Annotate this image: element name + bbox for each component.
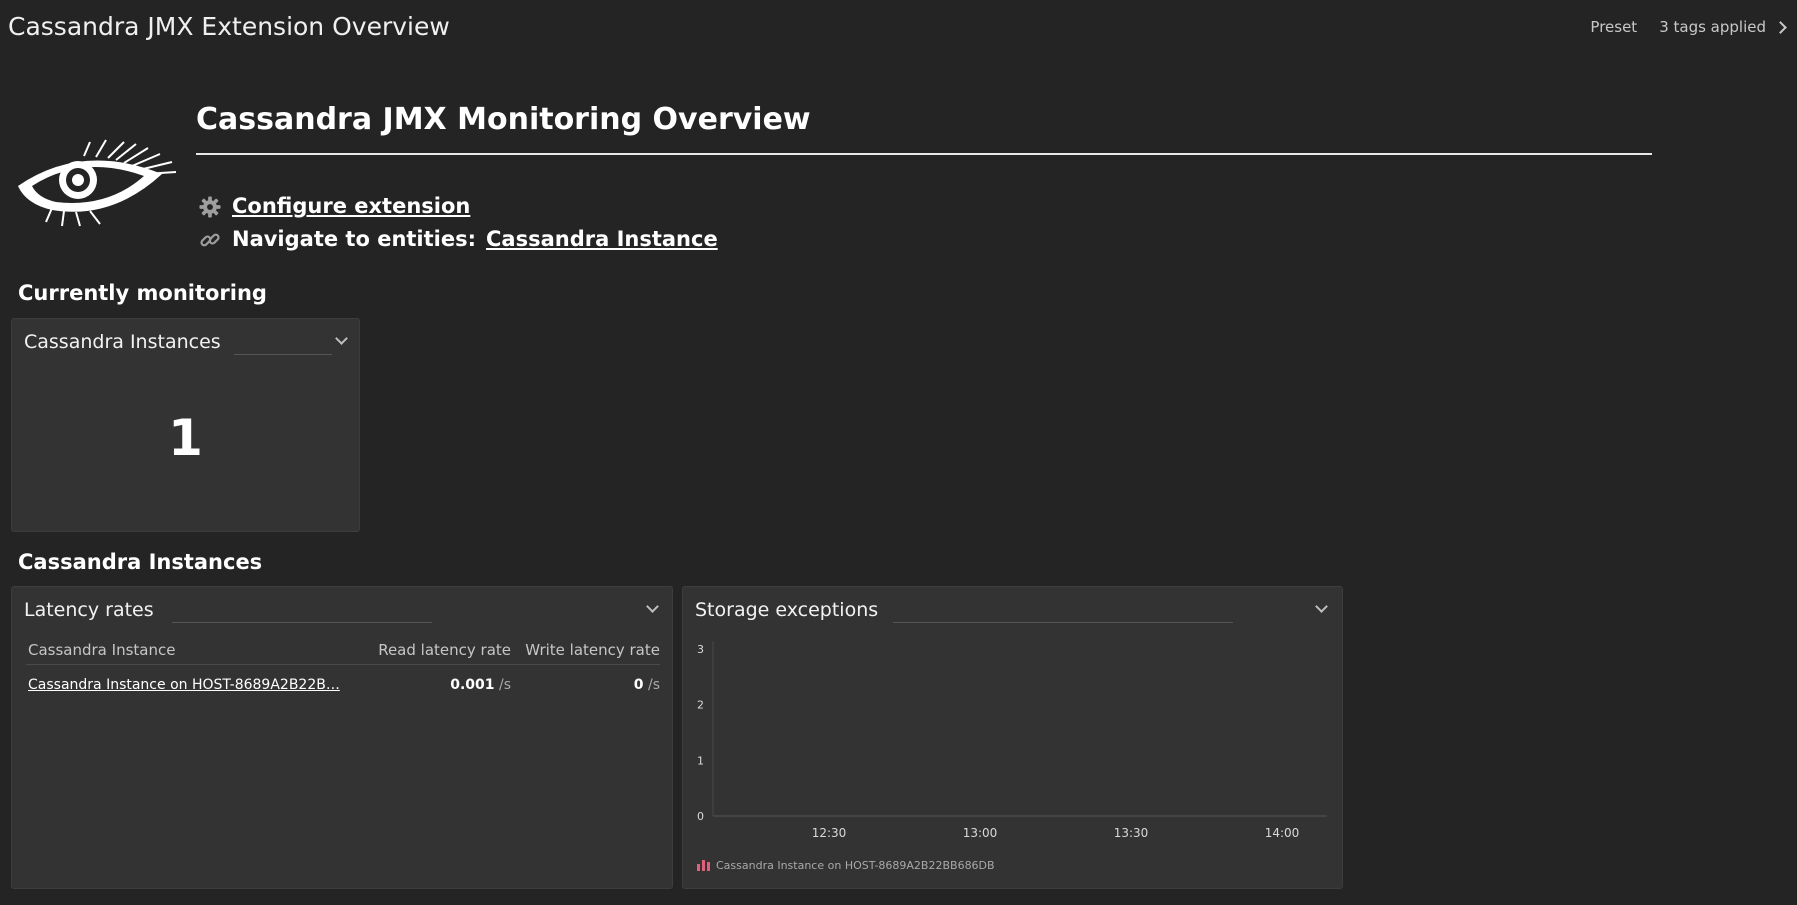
- y-tick-label: 0: [697, 810, 704, 823]
- y-tick-label: 3: [697, 643, 704, 656]
- read-latency-cell: 0.001 /s: [366, 677, 511, 693]
- latency-table: Cassandra Instance Read latency rate Wri…: [26, 635, 660, 705]
- chevron-down-icon[interactable]: [335, 332, 348, 345]
- tile-title-divider: [234, 354, 332, 355]
- chevron-right-icon: [1774, 20, 1787, 34]
- navigate-row: Navigate to entities: Cassandra Instance: [198, 223, 718, 256]
- table-header: Cassandra Instance Read latency rate Wri…: [26, 635, 660, 665]
- x-tick-label: 12:30: [812, 826, 847, 840]
- y-tick-label: 1: [697, 754, 704, 767]
- instance-link[interactable]: Cassandra Instance on HOST-8689A2B22B…: [26, 677, 366, 693]
- section-cassandra-instances: Cassandra Instances: [18, 550, 263, 574]
- tile-title: Cassandra Instances: [24, 331, 221, 353]
- tags-applied-label: 3 tags applied: [1659, 18, 1766, 36]
- gear-icon: [198, 195, 222, 219]
- configure-row: Configure extension: [198, 190, 718, 223]
- x-tick-label: 13:30: [1114, 826, 1149, 840]
- page-title: Cassandra JMX Extension Overview: [8, 12, 450, 41]
- dashboard-header: Cassandra JMX Monitoring Overview: [196, 102, 1652, 155]
- y-tick-label: 2: [697, 699, 704, 712]
- top-bar: Cassandra JMX Extension Overview Preset …: [0, 0, 1797, 56]
- table-row: Cassandra Instance on HOST-8689A2B22B… 0…: [26, 665, 660, 705]
- tile-title-divider: [172, 622, 432, 623]
- cassandra-eye-logo: [18, 139, 177, 227]
- top-right-controls: Preset 3 tags applied: [1590, 18, 1787, 36]
- header-links: Configure extension Navigate to entities…: [198, 190, 718, 256]
- cassandra-instance-link[interactable]: Cassandra Instance: [486, 223, 718, 256]
- write-latency-value: 0: [633, 677, 644, 693]
- x-tick-label: 13:00: [963, 826, 998, 840]
- latency-rates-tile: Latency rates Cassandra Instance Read la…: [11, 586, 673, 889]
- read-latency-value: 0.001: [450, 677, 495, 693]
- column-header-write-latency[interactable]: Write latency rate: [511, 641, 660, 659]
- configure-extension-link[interactable]: Configure extension: [232, 190, 470, 223]
- write-latency-cell: 0 /s: [511, 677, 660, 693]
- x-tick-label: 14:00: [1265, 826, 1300, 840]
- storage-exceptions-chart: 0 1 2 3 12:30 13:00 13:30 14:00: [697, 641, 1327, 840]
- read-latency-unit: /s: [498, 677, 511, 693]
- tags-filter[interactable]: 3 tags applied: [1659, 18, 1787, 36]
- tile-title: Latency rates: [24, 599, 154, 621]
- instance-count: 1: [168, 409, 203, 467]
- column-header-instance[interactable]: Cassandra Instance: [26, 641, 366, 659]
- dashboard-title: Cassandra JMX Monitoring Overview: [196, 102, 1652, 155]
- cassandra-instances-tile: Cassandra Instances 1: [11, 318, 360, 532]
- link-icon: [198, 228, 222, 252]
- preset-label[interactable]: Preset: [1590, 18, 1637, 36]
- storage-exceptions-tile: Storage exceptions 0 1 2 3 12:30 13:00 13:30 14…: [682, 586, 1343, 889]
- section-currently-monitoring: Currently monitoring: [18, 281, 267, 305]
- write-latency-unit: /s: [647, 677, 660, 693]
- bar-chart-icon: [697, 860, 710, 871]
- chart-legend[interactable]: Cassandra Instance on HOST-8689A2B22BB68…: [697, 859, 995, 872]
- legend-label: Cassandra Instance on HOST-8689A2B22BB68…: [716, 859, 995, 872]
- chevron-down-icon[interactable]: [646, 600, 659, 613]
- column-header-read-latency[interactable]: Read latency rate: [366, 641, 511, 659]
- navigate-label: Navigate to entities:: [232, 227, 477, 251]
